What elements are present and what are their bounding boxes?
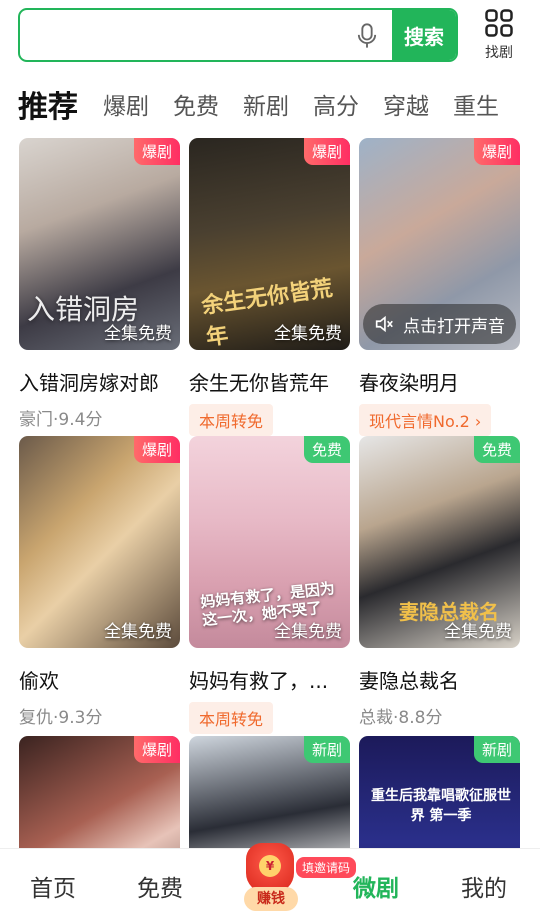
find-drama-label: 找剧 bbox=[485, 45, 513, 61]
tab-recommend[interactable]: 推荐 bbox=[18, 82, 78, 126]
tab-rebirth[interactable]: 重生 bbox=[453, 87, 499, 121]
tag-badge: 爆剧 bbox=[133, 138, 180, 165]
tag-badge: 爆剧 bbox=[303, 138, 350, 165]
find-drama-button[interactable]: 找剧 bbox=[474, 8, 524, 62]
category-tabs: 推荐 爆剧 免费 新剧 高分 穿越 重生 bbox=[18, 82, 540, 126]
drama-cover[interactable]: 余生无你皆荒年 爆剧 全集免费 bbox=[189, 138, 350, 350]
grid-icon bbox=[485, 9, 513, 37]
drama-meta: 复仇·9.3分 bbox=[19, 708, 103, 728]
status-pill: 本周转免 bbox=[189, 702, 274, 734]
unmute-button[interactable]: 点击打开声音 bbox=[363, 304, 516, 344]
nav-earn[interactable]: ¥ 赚钱 bbox=[238, 843, 302, 919]
search-bar: 搜索 bbox=[18, 8, 458, 62]
tag-badge: 爆剧 bbox=[133, 736, 180, 763]
tab-time-travel[interactable]: 穿越 bbox=[383, 87, 429, 121]
drama-title[interactable]: 入错洞房嫁对郎 bbox=[19, 367, 180, 396]
tab-high-score[interactable]: 高分 bbox=[313, 87, 359, 121]
nav-earn-label: 赚钱 bbox=[244, 887, 298, 911]
tab-hot[interactable]: 爆剧 bbox=[103, 87, 149, 121]
drama-title[interactable]: 妈妈有救了，... bbox=[189, 665, 350, 694]
unmute-label: 点击打开声音 bbox=[403, 316, 505, 337]
microphone-icon[interactable] bbox=[353, 22, 381, 50]
free-overlay-label: 全集免费 bbox=[274, 324, 342, 344]
status-pill: 本周转免 bbox=[189, 404, 274, 436]
drama-card[interactable]: 爆剧 点击打开声音 春夜染明月 现代言情No.2 › bbox=[359, 138, 520, 436]
tag-badge: 爆剧 bbox=[473, 138, 520, 165]
drama-title[interactable]: 春夜染明月 bbox=[359, 367, 520, 396]
drama-meta: 总裁·8.8分 bbox=[359, 708, 443, 728]
drama-card[interactable]: 爆剧 全集免费 偷欢 复仇·9.3分 bbox=[19, 436, 180, 728]
nav-home[interactable]: 首页 bbox=[30, 869, 76, 903]
coin-icon: ¥ bbox=[259, 855, 281, 877]
drama-cover[interactable]: 入错洞房 爆剧 全集免费 bbox=[19, 138, 180, 350]
drama-title[interactable]: 偷欢 bbox=[19, 665, 180, 694]
bottom-nav: 首页 免费 ¥ 赚钱 填邀请码 微剧 我的 bbox=[0, 843, 540, 924]
drama-cover[interactable]: 爆剧 点击打开声音 bbox=[359, 138, 520, 350]
ranking-pill[interactable]: 现代言情No.2 › bbox=[359, 404, 492, 436]
nav-drama[interactable]: 微剧 bbox=[353, 869, 399, 903]
invite-code-badge[interactable]: 填邀请码 bbox=[296, 857, 357, 878]
tab-new[interactable]: 新剧 bbox=[243, 87, 289, 121]
tag-badge: 新剧 bbox=[303, 736, 350, 763]
drama-meta: 豪门·9.4分 bbox=[19, 410, 103, 430]
drama-cover[interactable]: 妈妈有救了，是因为这一次，她不哭了 免费 全集免费 bbox=[189, 436, 350, 648]
tag-badge: 爆剧 bbox=[133, 436, 180, 463]
tag-badge: 免费 bbox=[303, 436, 350, 463]
nav-mine[interactable]: 我的 bbox=[461, 869, 507, 903]
tab-free[interactable]: 免费 bbox=[173, 87, 219, 121]
drama-cover[interactable]: 爆剧 全集免费 bbox=[19, 436, 180, 648]
nav-free[interactable]: 免费 bbox=[137, 869, 183, 903]
tag-badge: 免费 bbox=[473, 436, 520, 463]
drama-card[interactable]: 余生无你皆荒年 爆剧 全集免费 余生无你皆荒年 本周转免 bbox=[189, 138, 350, 436]
tag-badge: 新剧 bbox=[473, 736, 520, 763]
drama-card[interactable]: 妻隐总裁名 免费 全集免费 妻隐总裁名 总裁·8.8分 bbox=[359, 436, 520, 728]
cover-title-text: 重生后我靠唱歌征服世界 第一季 bbox=[371, 788, 511, 824]
drama-card[interactable]: 妈妈有救了，是因为这一次，她不哭了 免费 全集免费 妈妈有救了，... 本周转免 bbox=[189, 436, 350, 734]
drama-title[interactable]: 余生无你皆荒年 bbox=[189, 367, 350, 396]
mute-icon bbox=[375, 315, 393, 333]
free-overlay-label: 全集免费 bbox=[444, 622, 512, 642]
drama-cover[interactable]: 妻隐总裁名 免费 全集免费 bbox=[359, 436, 520, 648]
search-button[interactable]: 搜索 bbox=[392, 10, 456, 60]
free-overlay-label: 全集免费 bbox=[104, 622, 172, 642]
drama-card[interactable]: 入错洞房 爆剧 全集免费 入错洞房嫁对郎 豪门·9.4分 bbox=[19, 138, 180, 430]
free-overlay-label: 全集免费 bbox=[274, 622, 342, 642]
free-overlay-label: 全集免费 bbox=[104, 324, 172, 344]
search-input[interactable] bbox=[20, 10, 390, 60]
drama-title[interactable]: 妻隐总裁名 bbox=[359, 665, 520, 694]
